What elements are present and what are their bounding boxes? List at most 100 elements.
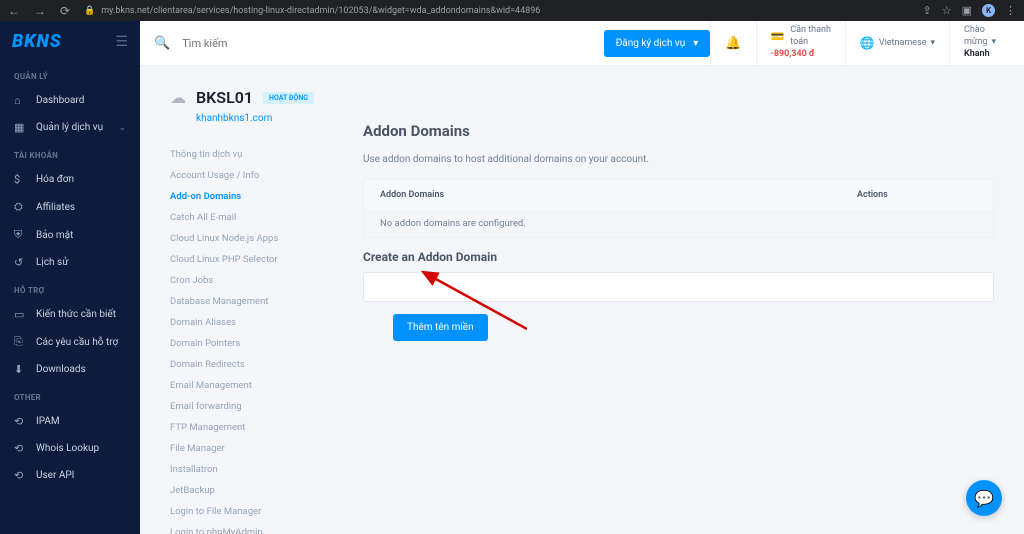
- sidebar-item-icon: ⛭: [14, 200, 26, 214]
- sidebar-item-label: Whois Lookup: [36, 443, 99, 454]
- sidebar-item[interactable]: ▭ Kiến thức cần biết: [0, 301, 140, 328]
- submenu-item[interactable]: File Manager: [170, 438, 355, 459]
- sidebar-item[interactable]: ⛭ Affiliates: [0, 193, 140, 221]
- search-input[interactable]: [182, 37, 382, 50]
- lock-icon: 🔒: [84, 6, 95, 16]
- topbar: 🔍 Đăng ký dịch vụ ▾ 🔔 💳 Cần thanh toán: [140, 21, 1024, 66]
- submenu-item[interactable]: Cron Jobs: [170, 270, 355, 291]
- language-selector[interactable]: 🌐 Vietnamese ▾: [845, 21, 949, 66]
- service-name: BKSL01: [196, 88, 253, 107]
- hamburger-icon[interactable]: ☰: [115, 34, 128, 50]
- submenu-item[interactable]: Thông tin dịch vụ: [170, 144, 355, 165]
- sidebar-item[interactable]: ⬇ Downloads: [0, 356, 140, 383]
- create-title: Create an Addon Domain: [363, 250, 994, 264]
- sidebar-item-label: IPAM: [36, 416, 60, 427]
- sidebar-item-label: Downloads: [36, 364, 86, 375]
- menu-icon[interactable]: ⋮: [1005, 4, 1016, 17]
- sidebar-section-title: TÀI KHOẢN: [0, 141, 140, 166]
- sidebar-item-icon: ⌂: [14, 94, 26, 107]
- submenu-item[interactable]: Login to phpMyAdmin: [170, 522, 355, 534]
- sidebar-item-label: Các yêu cầu hỗ trợ: [36, 337, 118, 348]
- submenu-item[interactable]: Email Management: [170, 375, 355, 396]
- submenu-item[interactable]: Cloud Linux PHP Selector: [170, 249, 355, 270]
- sidebar-item[interactable]: ⟲ User API: [0, 462, 140, 489]
- chevron-down-icon: ▾: [693, 38, 698, 49]
- submenu-item[interactable]: Database Management: [170, 291, 355, 312]
- star-icon[interactable]: ☆: [942, 4, 952, 17]
- chat-bubble[interactable]: 💬: [966, 480, 1002, 516]
- url-bar[interactable]: 🔒 my.bkns.net/clientarea/services/hostin…: [80, 6, 912, 16]
- sidebar-item-label: Affiliates: [36, 202, 75, 213]
- cloud-icon: ☁: [170, 88, 186, 107]
- extensions-icon[interactable]: ▣: [962, 4, 972, 17]
- profile-avatar[interactable]: K: [982, 4, 995, 17]
- logo[interactable]: BKNS: [12, 31, 62, 52]
- search-icon: 🔍: [154, 36, 170, 51]
- table-header-domains: Addon Domains: [380, 190, 857, 200]
- sidebar-item-icon: ▦: [14, 121, 26, 134]
- submenu-item[interactable]: Domain Redirects: [170, 354, 355, 375]
- user-menu[interactable]: Chào mừng ▾ Khanh: [949, 21, 1010, 66]
- forward-icon[interactable]: →: [34, 4, 46, 18]
- submenu-item[interactable]: Email forwarding: [170, 396, 355, 417]
- submenu-item[interactable]: Add-on Domains: [170, 186, 355, 207]
- sidebar-item-label: Bảo mật: [36, 230, 73, 241]
- sidebar-section-title: HỖ TRỢ: [0, 276, 140, 301]
- sidebar-item[interactable]: ↺ Lịch sử: [0, 249, 140, 276]
- page-description: Use addon domains to host additional dom…: [363, 154, 994, 165]
- sidebar-item-icon: ↺: [14, 256, 26, 269]
- submenu-item[interactable]: Login to File Manager: [170, 501, 355, 522]
- sidebar-item-label: Quản lý dịch vụ: [36, 122, 103, 133]
- sidebar-item[interactable]: ▦ Quản lý dịch vụ ⌄: [0, 114, 140, 141]
- add-domain-button[interactable]: Thêm tên miền: [393, 314, 488, 341]
- reload-icon[interactable]: ⟳: [60, 4, 70, 18]
- submenu-item[interactable]: Domain Aliases: [170, 312, 355, 333]
- submenu-item[interactable]: FTP Management: [170, 417, 355, 438]
- share-icon[interactable]: ⇪: [923, 4, 932, 17]
- submenu-item[interactable]: Installatron: [170, 459, 355, 480]
- sidebar-item[interactable]: $ Hóa đơn: [0, 166, 140, 193]
- chevron-down-icon: ▾: [930, 38, 935, 48]
- table-header-actions: Actions: [857, 190, 977, 200]
- sidebar-item-icon: ⟲: [14, 415, 26, 428]
- submenu-item[interactable]: Catch All E-mail: [170, 207, 355, 228]
- page-title: Addon Domains: [363, 122, 994, 140]
- sidebar-item[interactable]: ⛨ Bảo mật: [0, 221, 140, 249]
- sidebar-section-title: OTHER: [0, 383, 140, 408]
- sidebar-item[interactable]: ⟲ IPAM: [0, 408, 140, 435]
- addon-domain-input[interactable]: [363, 272, 994, 302]
- submenu-item[interactable]: JetBackup: [170, 480, 355, 501]
- status-badge: HOẠT ĐỘNG: [263, 92, 314, 104]
- sidebar-item-label: Kiến thức cần biết: [36, 309, 116, 320]
- submenu-item[interactable]: Cloud Linux Node.js Apps: [170, 228, 355, 249]
- back-icon[interactable]: ←: [8, 4, 20, 18]
- sidebar-item-icon: ⬇: [14, 363, 26, 376]
- domain-link[interactable]: khanhbkns1.com: [196, 113, 355, 124]
- sidebar: BKNS ☰ QUẢN LÝ ⌂ Dashboard ▦ Quản lý dịch vụ…: [0, 21, 140, 534]
- sidebar-item-icon: ▭: [14, 308, 26, 321]
- card-icon: 💳: [771, 30, 785, 44]
- chevron-down-icon: ▾: [991, 37, 996, 49]
- sidebar-item[interactable]: ⟲ Whois Lookup: [0, 435, 140, 462]
- sidebar-item-icon: $: [14, 173, 26, 186]
- sidebar-item-icon: ⎘: [14, 335, 26, 349]
- submenu-item[interactable]: Account Usage / Info: [170, 165, 355, 186]
- sidebar-item-label: Lịch sử: [36, 257, 68, 268]
- table-empty-row: No addon domains are configured.: [364, 210, 993, 237]
- sidebar-item[interactable]: ⌂ Dashboard: [0, 87, 140, 114]
- sidebar-item-label: Dashboard: [36, 95, 84, 106]
- balance-box[interactable]: 💳 Cần thanh toán -890,340 đ: [756, 21, 845, 66]
- sidebar-item-icon: ⟲: [14, 469, 26, 482]
- sidebar-item[interactable]: ⎘ Các yêu cầu hỗ trợ: [0, 328, 140, 356]
- sidebar-section-title: QUẢN LÝ: [0, 62, 140, 87]
- chevron-down-icon: ⌄: [118, 123, 126, 133]
- register-button[interactable]: Đăng ký dịch vụ ▾: [604, 30, 711, 57]
- url-text: my.bkns.net/clientarea/services/hosting-…: [101, 6, 540, 16]
- sidebar-item-label: User API: [36, 470, 74, 481]
- bell-icon[interactable]: 🔔: [725, 36, 741, 51]
- sidebar-item-icon: ⛨: [14, 228, 26, 242]
- globe-icon: 🌐: [860, 36, 875, 50]
- submenu-item[interactable]: Domain Pointers: [170, 333, 355, 354]
- sidebar-item-icon: ⟲: [14, 442, 26, 455]
- sidebar-item-label: Hóa đơn: [36, 174, 74, 185]
